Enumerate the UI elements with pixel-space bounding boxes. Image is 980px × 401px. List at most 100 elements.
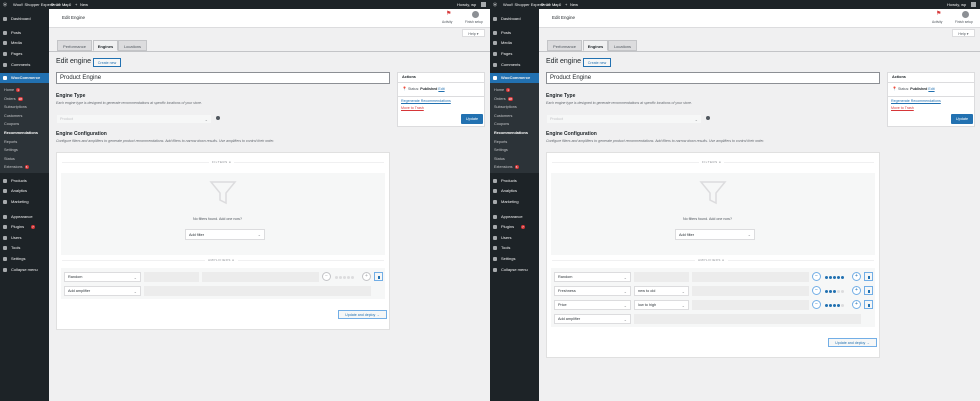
submenu-item-home[interactable]: Home 1: [0, 86, 49, 94]
submenu-item-reports[interactable]: Reports: [490, 138, 539, 146]
sidebar-item-tools[interactable]: Tools: [0, 243, 49, 252]
no-filters-message[interactable]: No filters found. Add one now?: [193, 217, 242, 221]
activity-icon[interactable]: ⚑: [446, 10, 451, 17]
new-link[interactable]: New: [570, 0, 578, 9]
submenu-item-home[interactable]: Home 1: [490, 86, 539, 94]
tab-performance[interactable]: Performance: [57, 40, 92, 51]
create-new-button[interactable]: Create new: [93, 58, 121, 67]
help-button[interactable]: Help ▾: [462, 29, 485, 37]
move-to-trash-link[interactable]: Move to Trash: [401, 106, 424, 110]
update-and-deploy-button[interactable]: Update and deploy →: [828, 338, 877, 347]
tab-locations[interactable]: Locations: [118, 40, 147, 51]
increase-weight-button[interactable]: +: [362, 272, 371, 281]
finish-setup-button[interactable]: Finish setup: [465, 20, 483, 24]
sidebar-item-collapse-menu[interactable]: Collapse menu: [490, 265, 539, 274]
sidebar-item-analytics[interactable]: Analytics: [490, 186, 539, 195]
sidebar-item-comments[interactable]: Comments: [490, 60, 539, 69]
sidebar-item-woocommerce[interactable]: WooCommerce: [0, 73, 49, 83]
finish-setup-icon[interactable]: [962, 11, 969, 18]
delete-amplifier-button[interactable]: [864, 272, 873, 281]
avatar[interactable]: [971, 2, 976, 7]
sidebar-item-products[interactable]: Products: [0, 176, 49, 185]
help-icon[interactable]: [706, 116, 710, 120]
submenu-item-subscriptions[interactable]: Subscriptions: [490, 103, 539, 111]
submenu-item-extensions[interactable]: Extensions 6: [490, 163, 539, 171]
increase-weight-button[interactable]: +: [852, 286, 861, 295]
sidebar-item-collapse-menu[interactable]: Collapse menu: [0, 265, 49, 274]
wordpress-logo-icon[interactable]: Ⓦ: [3, 0, 7, 9]
sidebar-item-media[interactable]: Media: [0, 38, 49, 47]
amplifier-type-select[interactable]: Random ⌄: [64, 272, 141, 282]
no-filters-message[interactable]: No filters found. Add one now?: [683, 217, 732, 221]
move-to-trash-link[interactable]: Move to Trash: [891, 106, 914, 110]
submenu-item-coupons[interactable]: Coupons: [490, 120, 539, 128]
engine-name-input[interactable]: Product Engine: [546, 72, 880, 84]
update-button[interactable]: Update: [461, 114, 483, 124]
sidebar-item-appearance[interactable]: Appearance: [0, 212, 49, 221]
submenu-item-recommendations[interactable]: Recommendations: [0, 129, 49, 137]
edit-status-link[interactable]: Edit: [928, 87, 934, 91]
submenu-item-status[interactable]: Status: [490, 155, 539, 163]
add-amplifier-select[interactable]: Add amplifier ⌄: [64, 286, 141, 296]
submenu-item-extensions[interactable]: Extensions 6: [0, 163, 49, 171]
submenu-item-customers[interactable]: Customers: [0, 112, 49, 120]
site-name-link[interactable]: Woo!! Shopper Experience Map: [503, 0, 560, 9]
tab-locations[interactable]: Locations: [608, 40, 637, 51]
update-and-deploy-button[interactable]: Update and deploy →: [338, 310, 387, 319]
submenu-item-orders[interactable]: Orders 28: [490, 95, 539, 103]
sidebar-item-appearance[interactable]: Appearance: [490, 212, 539, 221]
sidebar-item-posts[interactable]: Posts: [490, 28, 539, 37]
engine-type-select[interactable]: Product ⌄: [546, 114, 702, 124]
submenu-item-customers[interactable]: Customers: [490, 112, 539, 120]
sidebar-item-tools[interactable]: Tools: [490, 243, 539, 252]
activity-icon[interactable]: ⚑: [936, 10, 941, 17]
engine-type-select[interactable]: Product ⌄: [56, 114, 212, 124]
howdy-link[interactable]: Howdy, wp: [457, 0, 476, 9]
wordpress-logo-icon[interactable]: Ⓦ: [493, 0, 497, 9]
comments-count[interactable]: 0: [69, 0, 71, 9]
submenu-item-recommendations[interactable]: Recommendations: [490, 129, 539, 137]
sidebar-item-settings[interactable]: Settings: [490, 254, 539, 263]
help-icon[interactable]: [216, 116, 220, 120]
sidebar-item-dashboard[interactable]: Dashboard: [0, 14, 49, 23]
sidebar-item-users[interactable]: Users: [0, 233, 49, 242]
submenu-item-reports[interactable]: Reports: [0, 138, 49, 146]
sidebar-item-media[interactable]: Media: [490, 38, 539, 47]
comments-count[interactable]: 0: [559, 0, 561, 9]
sidebar-item-settings[interactable]: Settings: [0, 254, 49, 263]
amplifier-type-select[interactable]: Random ⌄: [554, 272, 631, 282]
help-button[interactable]: Help ▾: [952, 29, 975, 37]
regenerate-recommendations-link[interactable]: Regenerate Recommendations: [401, 99, 451, 103]
amplifier-type-select[interactable]: Price ⌄: [554, 300, 631, 310]
site-name-link[interactable]: Woo!! Shopper Experience Map: [13, 0, 70, 9]
decrease-weight-button[interactable]: −: [322, 272, 331, 281]
updates-count[interactable]: 10: [56, 0, 60, 9]
sidebar-item-dashboard[interactable]: Dashboard: [490, 14, 539, 23]
submenu-item-subscriptions[interactable]: Subscriptions: [0, 103, 49, 111]
update-button[interactable]: Update: [951, 114, 973, 124]
decrease-weight-button[interactable]: −: [812, 300, 821, 309]
activity-button[interactable]: Activity: [932, 20, 942, 24]
sidebar-item-users[interactable]: Users: [490, 233, 539, 242]
add-filter-select[interactable]: Add filter ⌄: [675, 229, 755, 240]
updates-count[interactable]: 10: [546, 0, 550, 9]
tab-engines[interactable]: Engines: [583, 40, 608, 51]
submenu-item-orders[interactable]: Orders 28: [0, 95, 49, 103]
submenu-item-settings[interactable]: Settings: [0, 146, 49, 154]
decrease-weight-button[interactable]: −: [812, 286, 821, 295]
sidebar-item-marketing[interactable]: Marketing: [490, 197, 539, 206]
increase-weight-button[interactable]: +: [852, 300, 861, 309]
activity-button[interactable]: Activity: [442, 20, 452, 24]
sidebar-item-pages[interactable]: Pages: [0, 49, 49, 58]
finish-setup-button[interactable]: Finish setup: [955, 20, 973, 24]
delete-amplifier-button[interactable]: [374, 272, 383, 281]
sidebar-item-products[interactable]: Products: [490, 176, 539, 185]
sidebar-item-analytics[interactable]: Analytics: [0, 186, 49, 195]
sidebar-item-plugins[interactable]: Plugins 7: [490, 222, 539, 231]
amplifier-order-select[interactable]: low to high ⌄: [634, 300, 689, 310]
increase-weight-button[interactable]: +: [852, 272, 861, 281]
amplifier-order-select[interactable]: new to old ⌄: [634, 286, 689, 296]
delete-amplifier-button[interactable]: [864, 300, 873, 309]
engine-name-input[interactable]: Product Engine: [56, 72, 390, 84]
finish-setup-icon[interactable]: [472, 11, 479, 18]
